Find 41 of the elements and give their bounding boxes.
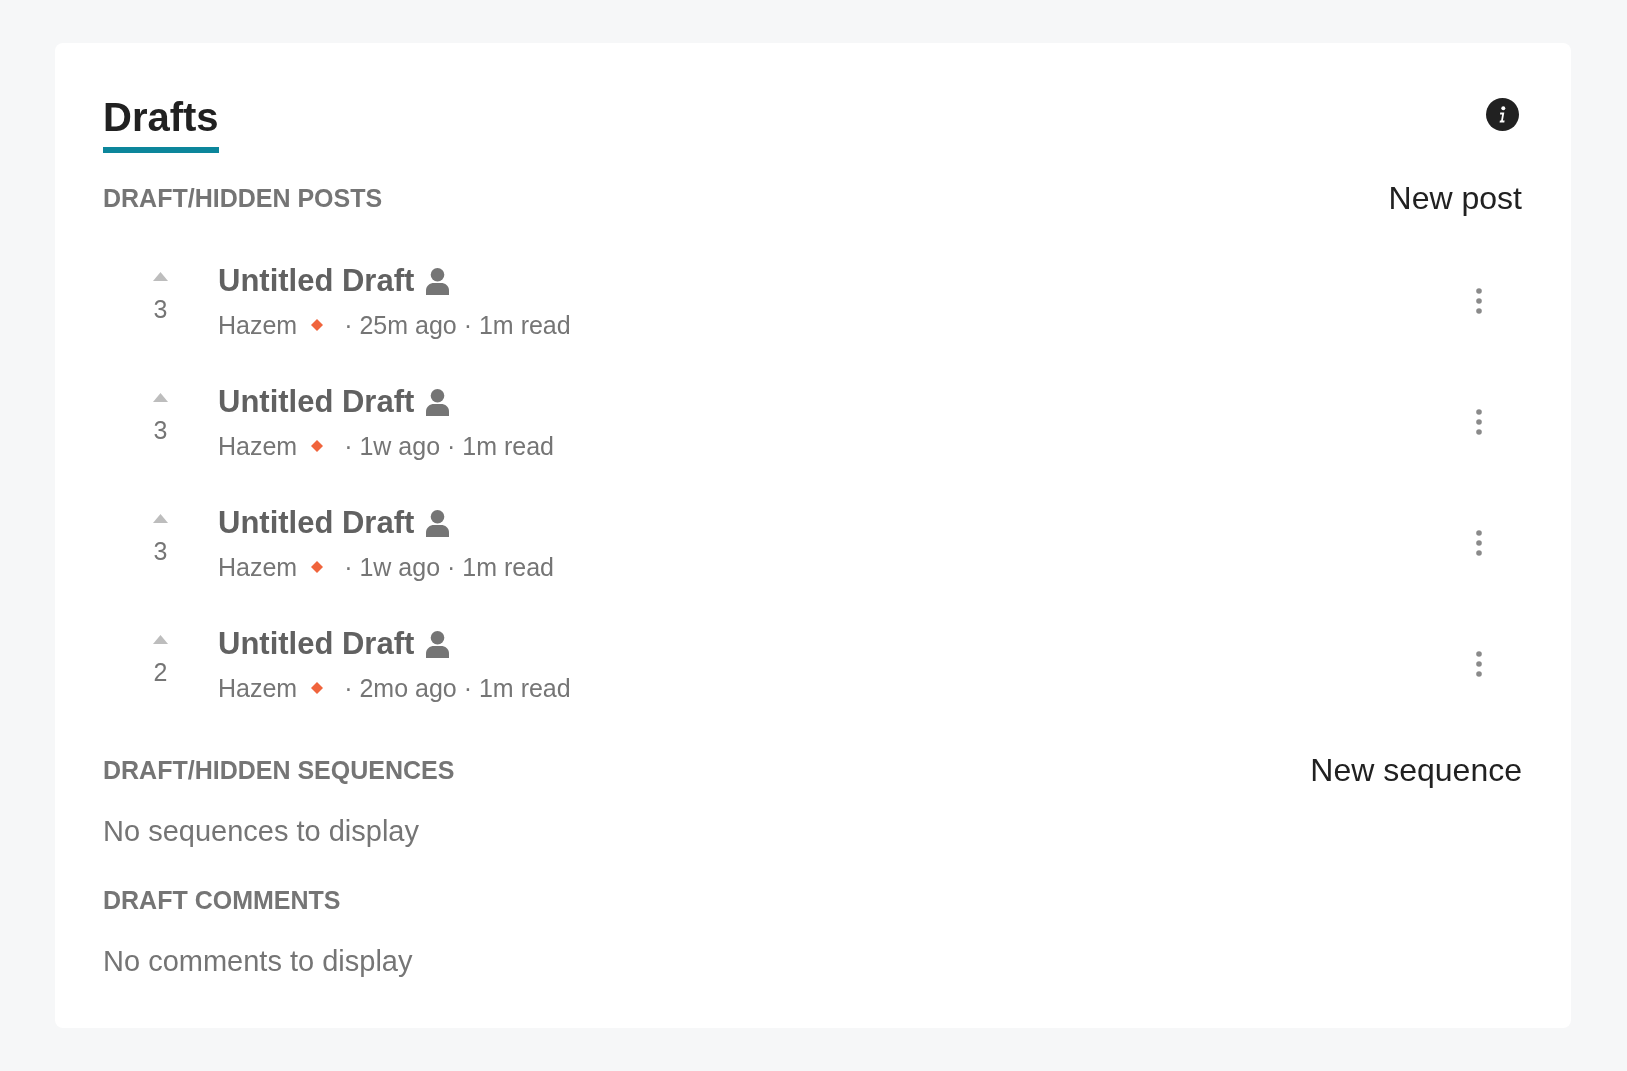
- section-heading: DRAFT COMMENTS: [103, 885, 341, 915]
- post-meta: · 1w ago · 1m read: [344, 552, 554, 582]
- diamond-icon: [311, 561, 324, 573]
- new-post-button[interactable]: New post: [1388, 179, 1522, 217]
- diamond-icon: [311, 319, 324, 331]
- vote-score: 3: [153, 415, 168, 445]
- author-name[interactable]: Hazem: [218, 673, 298, 703]
- empty-message: No comments to display: [103, 944, 413, 979]
- post-title[interactable]: Untitled Draft: [218, 383, 415, 421]
- more-options-icon[interactable]: [1476, 530, 1482, 556]
- vote-score: 3: [153, 536, 168, 566]
- post-title[interactable]: Untitled Draft: [218, 625, 415, 663]
- post-title[interactable]: Untitled Draft: [218, 504, 415, 542]
- post-meta: · 1w ago · 1m read: [344, 431, 554, 461]
- vote-score: 2: [153, 657, 168, 687]
- author-name[interactable]: Hazem: [218, 431, 298, 461]
- author-name[interactable]: Hazem: [218, 552, 298, 582]
- post-title[interactable]: Untitled Draft: [218, 262, 415, 300]
- page-title: Drafts: [103, 93, 219, 141]
- section-heading: DRAFT/HIDDEN POSTS: [103, 183, 383, 213]
- upvote-icon[interactable]: [153, 513, 168, 523]
- upvote-icon[interactable]: [153, 271, 168, 281]
- diamond-icon: [311, 440, 324, 452]
- author-name[interactable]: Hazem: [218, 310, 298, 340]
- person-icon: [426, 509, 450, 537]
- vote-score: 3: [153, 294, 168, 324]
- more-options-icon[interactable]: [1476, 409, 1482, 435]
- info-icon[interactable]: [1486, 97, 1519, 131]
- section-heading: DRAFT/HIDDEN SEQUENCES: [103, 755, 455, 785]
- post-meta: · 25m ago · 1m read: [344, 310, 571, 340]
- empty-message: No sequences to display: [103, 814, 419, 849]
- person-icon: [426, 267, 450, 295]
- person-icon: [426, 630, 450, 658]
- post-meta: · 2mo ago · 1m read: [344, 673, 571, 703]
- upvote-icon[interactable]: [153, 634, 168, 644]
- more-options-icon[interactable]: [1476, 651, 1482, 677]
- upvote-icon[interactable]: [153, 392, 168, 402]
- diamond-icon: [311, 682, 324, 694]
- new-sequence-button[interactable]: New sequence: [1310, 751, 1522, 789]
- more-options-icon[interactable]: [1476, 288, 1482, 314]
- person-icon: [426, 388, 450, 416]
